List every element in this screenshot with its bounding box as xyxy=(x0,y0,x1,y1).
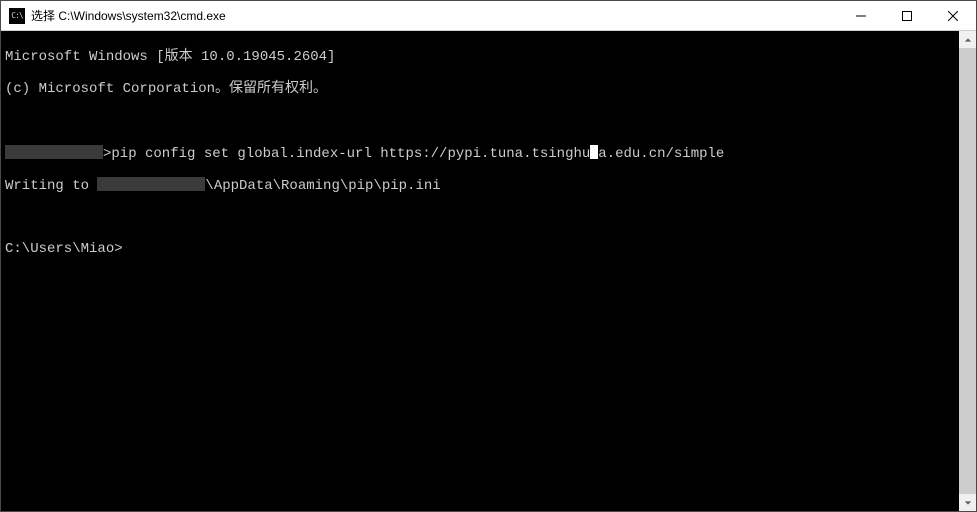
minimize-icon xyxy=(856,11,866,21)
command-line-1: >pip config set global.index-url https:/… xyxy=(5,145,959,161)
blank-line xyxy=(5,113,959,129)
cmd1-part2: a.edu.cn/simple xyxy=(598,146,724,162)
cmd-icon: C:\ xyxy=(9,8,25,24)
vertical-scrollbar[interactable] xyxy=(959,31,976,511)
redacted-user xyxy=(97,177,205,191)
redacted-path xyxy=(5,145,103,159)
close-button[interactable] xyxy=(930,1,976,31)
cmd-window: C:\ 选择 C:\Windows\system32\cmd.exe Micro… xyxy=(0,0,977,512)
chevron-down-icon xyxy=(964,499,972,507)
minimize-button[interactable] xyxy=(838,1,884,31)
cmd1-part1: >pip config set global.index-url https:/… xyxy=(103,146,590,162)
titlebar[interactable]: C:\ 选择 C:\Windows\system32\cmd.exe xyxy=(1,1,976,31)
output-line-1: Writing to \AppData\Roaming\pip\pip.ini xyxy=(5,177,959,193)
banner-version: Microsoft Windows [版本 10.0.19045.2604] xyxy=(5,49,959,65)
blank-line-2 xyxy=(5,209,959,225)
banner-copyright: (c) Microsoft Corporation。保留所有权利。 xyxy=(5,81,959,97)
scroll-thumb[interactable] xyxy=(959,48,976,494)
scroll-track[interactable] xyxy=(959,48,976,494)
maximize-button[interactable] xyxy=(884,1,930,31)
chevron-up-icon xyxy=(964,36,972,44)
window-title: 选择 C:\Windows\system32\cmd.exe xyxy=(31,7,226,24)
scroll-down-button[interactable] xyxy=(959,494,976,511)
client-area: Microsoft Windows [版本 10.0.19045.2604] (… xyxy=(1,31,976,511)
scroll-up-button[interactable] xyxy=(959,31,976,48)
prompt-line: C:\Users\Miao> xyxy=(5,241,959,257)
prompt-text: C:\Users\Miao> xyxy=(5,241,123,257)
out1-tail: \AppData\Roaming\pip\pip.ini xyxy=(205,178,440,194)
terminal-output[interactable]: Microsoft Windows [版本 10.0.19045.2604] (… xyxy=(1,31,959,511)
maximize-icon xyxy=(902,11,912,21)
close-icon xyxy=(948,11,958,21)
out1-prefix: Writing to xyxy=(5,178,97,194)
